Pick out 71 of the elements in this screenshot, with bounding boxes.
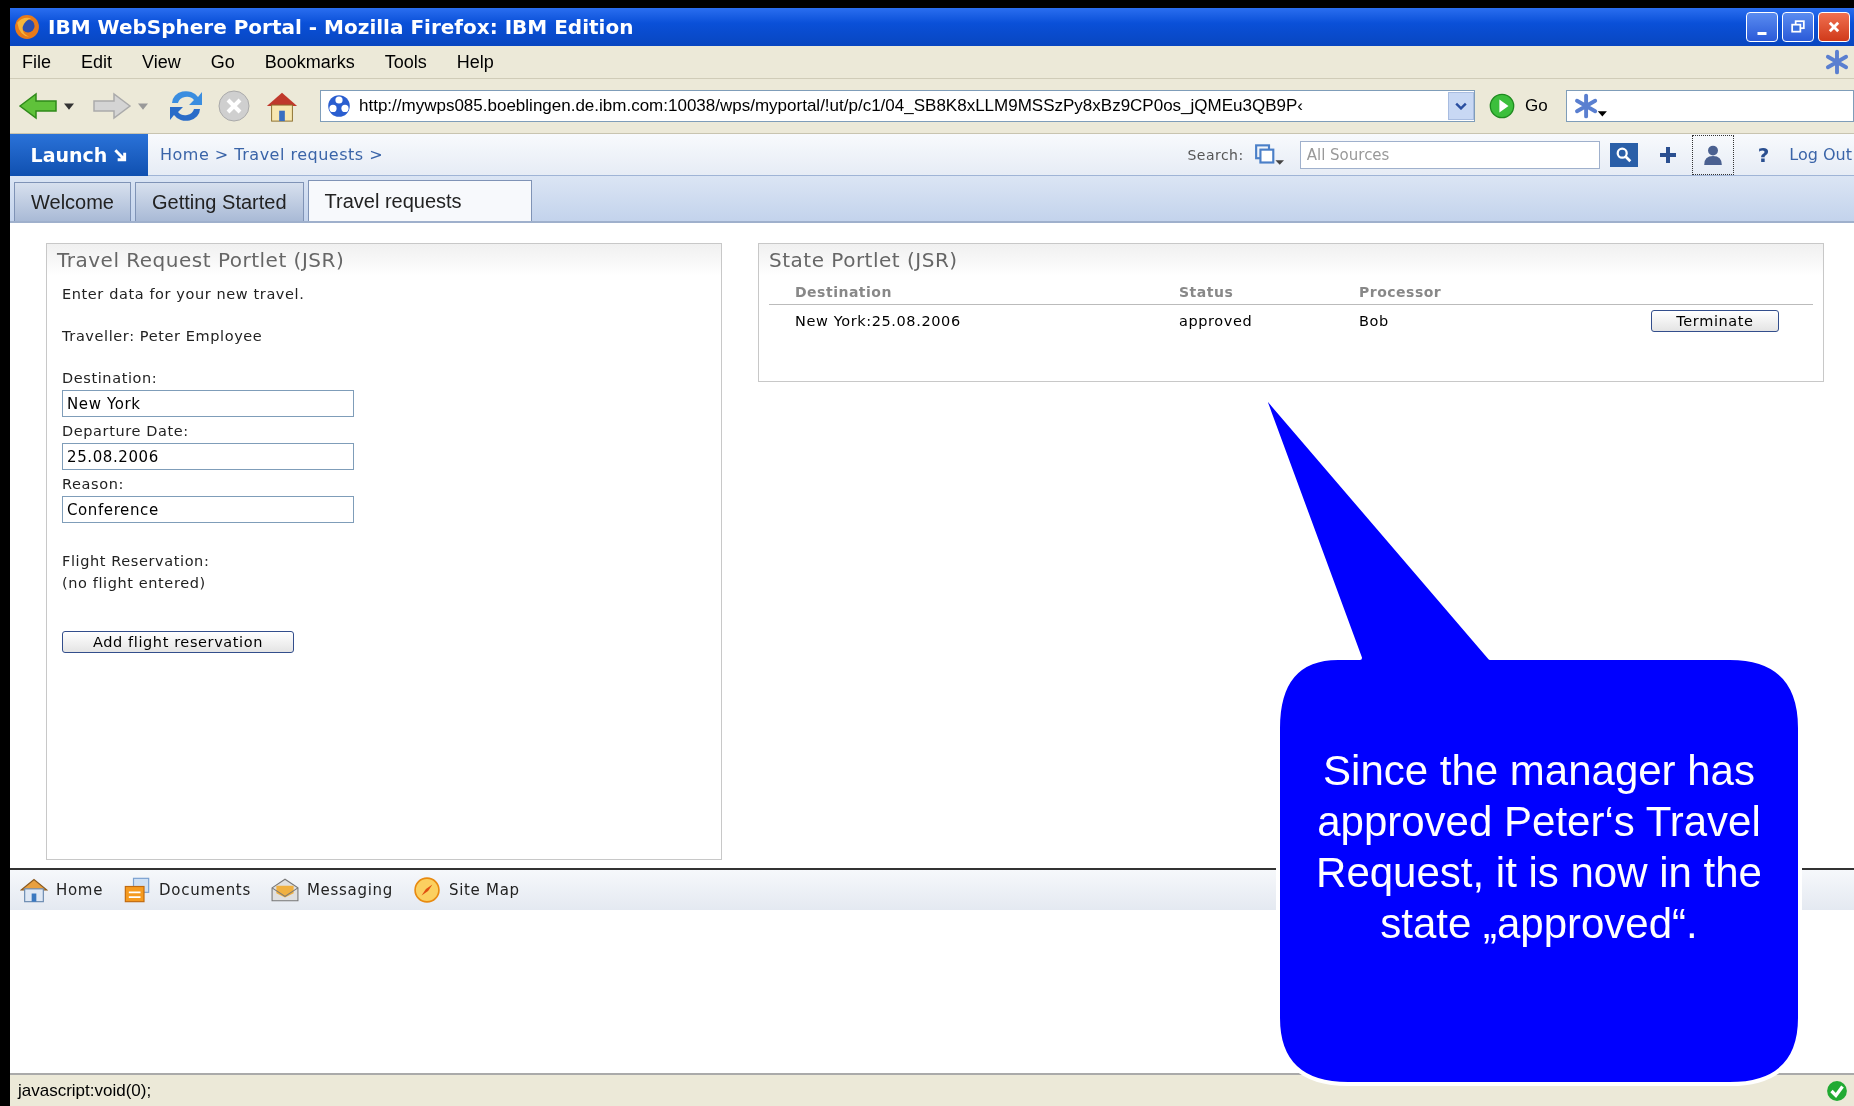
column-header: Processor	[1359, 284, 1443, 300]
close-button[interactable]	[1818, 12, 1850, 42]
close-icon	[1827, 20, 1841, 34]
person-icon	[1701, 143, 1724, 166]
restore-icon	[1791, 20, 1805, 34]
dropdown-button[interactable]	[1448, 92, 1474, 120]
footer-link[interactable]: Home	[56, 881, 104, 899]
field-label: Departure Date:	[62, 423, 190, 439]
table-cell-text: Bob	[1359, 312, 1390, 331]
caret-icon[interactable]	[64, 102, 74, 110]
callout-text: Since the manager has approved Peter‘s Travel Request, it is now in the state „approved“.	[1315, 746, 1763, 949]
table-cell-text: approved	[1179, 312, 1254, 331]
restore-button[interactable]	[1782, 12, 1814, 42]
footer-link[interactable]: Documents	[159, 881, 251, 899]
tab[interactable]: Getting Started	[135, 182, 304, 221]
menu-item[interactable]: Bookmarks	[264, 51, 355, 73]
globe-icon	[327, 94, 351, 118]
field-label: Reason:	[62, 476, 125, 492]
diagonal-arrow-icon	[113, 147, 128, 162]
flight-value: (no flight entered)	[62, 575, 207, 591]
pages-icon[interactable]	[1253, 142, 1284, 167]
window-title: IBM WebSphere Portal - Mozilla Firefox: IBM Edition	[48, 15, 634, 39]
terminate-button[interactable]: Terminate	[1651, 310, 1779, 332]
browser-logo-icon	[14, 14, 40, 40]
search-icon	[1614, 145, 1633, 164]
minimize-button[interactable]	[1746, 12, 1778, 42]
minimize-icon	[1757, 31, 1767, 35]
table-cell-text: New York:25.08.2006	[795, 312, 962, 331]
snowflake-icon	[1572, 93, 1607, 119]
search-field[interactable]: All Sources	[1299, 140, 1600, 169]
column-header: Status	[1179, 284, 1235, 300]
input-field[interactable]: Conference	[62, 496, 354, 523]
menu-item[interactable]: Tools	[384, 51, 427, 73]
footer-link[interactable]: Messaging	[306, 881, 393, 899]
search-label: Search:	[1187, 146, 1244, 163]
go-button[interactable]: Go	[1525, 96, 1548, 116]
envelope-icon[interactable]	[270, 877, 299, 903]
compass-icon[interactable]	[412, 877, 441, 903]
help-link[interactable]: ?	[1757, 142, 1770, 167]
flight-label: Flight Reservation:	[62, 553, 211, 569]
tab[interactable]: Travel requests	[307, 180, 532, 221]
menu-item[interactable]: View	[142, 51, 181, 73]
snowflake-icon	[1824, 49, 1850, 75]
menu-item[interactable]: Go	[210, 51, 235, 73]
column-header: Destination	[795, 284, 893, 300]
tab[interactable]: Welcome	[14, 182, 131, 221]
check-icon	[1826, 1079, 1848, 1102]
menu-item[interactable]: Edit	[81, 51, 113, 73]
input-field[interactable]: 25.08.2006	[62, 443, 354, 470]
plus-icon[interactable]	[1657, 144, 1678, 165]
footer-link[interactable]: Site Map	[448, 881, 520, 899]
input-field[interactable]: New York	[62, 390, 354, 417]
play-icon[interactable]	[1489, 93, 1515, 119]
field-label: Destination:	[62, 370, 159, 386]
url-text: http://mywps085.boeblingen.de.ibm.com:10038/wps/myportal/!ut/p/c1/04_SB8K8xLLM9MSSzPy8xBz9CP0os_jQMEu3QB9P‹	[359, 96, 1304, 116]
address-field[interactable]: http://mywps085.boeblingen.de.ibm.com:10038/wps/myportal/!ut/p/c1/04_SB8K8xLLM9MSSzPy8xBz9CP0os_jQMEu3QB9P‹	[320, 90, 1475, 122]
search-button[interactable]	[1609, 142, 1638, 167]
menu-item[interactable]: File	[22, 51, 51, 73]
launch-button[interactable]: Launch	[10, 133, 148, 176]
menu-item[interactable]: Help	[456, 51, 494, 73]
house-icon[interactable]	[20, 877, 48, 903]
intro-text: Enter data for your new travel.	[62, 286, 306, 302]
breadcrumb[interactable]: Home > Travel requests >	[160, 145, 384, 164]
log-out-link[interactable]: Log Out	[1789, 145, 1852, 164]
search-field[interactable]	[1565, 90, 1854, 122]
status-text: javascript:void(0);	[18, 1080, 152, 1101]
person-button[interactable]	[1691, 134, 1734, 175]
chevron-icon	[1455, 102, 1467, 110]
add-flight-button[interactable]: Add flight reservation	[62, 631, 294, 653]
documents-icon[interactable]	[123, 877, 152, 903]
traveller-text: Traveller: Peter Employee	[62, 328, 264, 344]
